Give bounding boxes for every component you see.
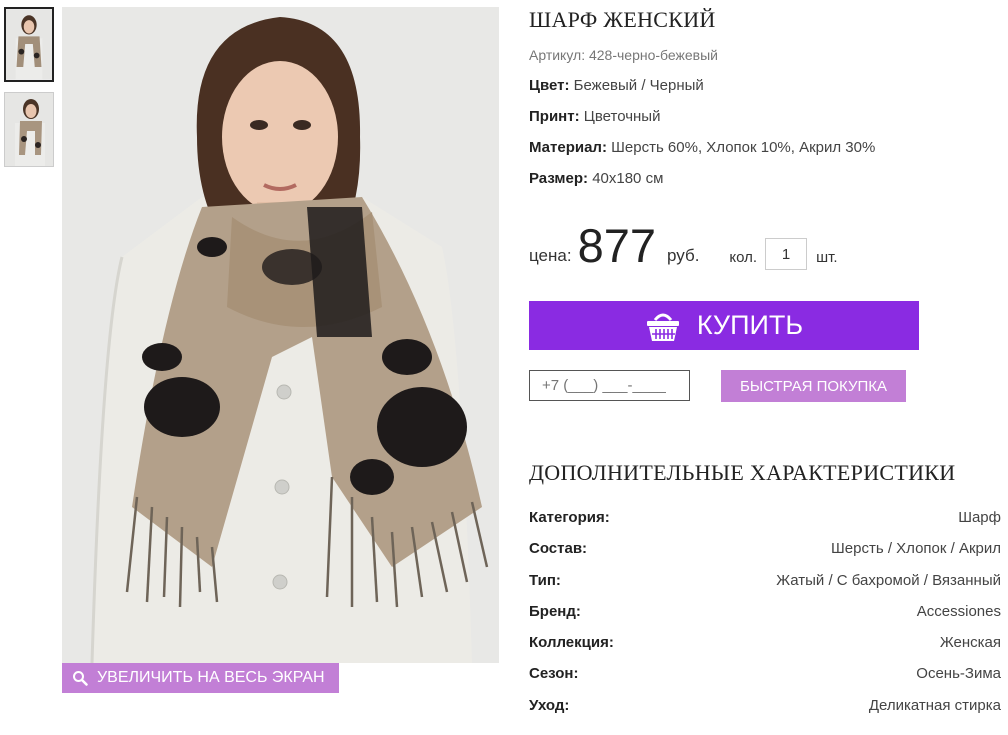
prop-material: Материал: Шерсть 60%, Хлопок 10%, Акрил … [529,139,1003,156]
prop-print: Принт: Цветочный [529,108,1003,125]
prop-label: Размер: [529,170,589,187]
buy-button[interactable]: КУПИТЬ [529,301,919,350]
prop-value: Бежевый / Черный [573,77,704,94]
buy-button-label: КУПИТЬ [696,310,804,340]
spec-value: Accessiones [916,602,1001,620]
thumbnail-2-image [5,93,53,166]
price-label: цена: [529,246,572,265]
spec-key: Категория: [529,509,610,526]
price-row: цена: 877 руб. кол. шт. [529,222,1003,270]
prop-label: Принт: [529,108,580,125]
prop-label: Материал: [529,139,607,156]
quick-buy-button[interactable]: БЫСТРАЯ ПОКУПКА [721,370,906,402]
main-product-photo[interactable] [62,7,499,663]
prop-value: 40x180 см [592,170,664,187]
spec-key: Состав: [529,540,588,558]
spec-value: Женская [939,634,1001,652]
thumbnail-gallery [4,7,56,177]
spec-row: Сезон: Осень-Зима [529,665,1001,696]
zoom-fullscreen-label: УВЕЛИЧИТЬ НА ВЕСЬ ЭКРАН [97,669,325,686]
spec-key: Тип: [529,571,561,589]
phone-input[interactable] [529,370,690,401]
search-icon [73,671,88,686]
spec-row: Бренд: Accessiones [529,603,1001,634]
spec-value: Шарф [958,509,1001,526]
basket-icon [646,313,679,341]
prop-size: Размер: 40x180 см [529,170,1003,187]
spec-value: Деликатная стирка [868,696,1001,714]
prop-value: Цветочный [583,108,661,125]
zoom-fullscreen-button[interactable]: УВЕЛИЧИТЬ НА ВЕСЬ ЭКРАН [62,663,339,693]
quantity-label: кол. [729,249,758,266]
specs-title: ДОПОЛНИТЕЛЬНЫЕ ХАРАКТЕРИСТИКИ [529,460,956,485]
spec-value: Шерсть / Хлопок / Акрил [831,540,1001,558]
thumbnail-1-image [6,9,52,80]
prop-color: Цвет: Бежевый / Черный [529,77,1003,94]
prop-value: Шерсть 60%, Хлопок 10%, Акрил 30% [611,139,876,156]
specs-list: Категория: Шарф Состав: Шерсть / Хлопок … [529,509,1001,728]
product-info: ШАРФ ЖЕНСКИЙ Артикул: 428-черно-бежевый … [529,0,1003,714]
spec-row: Уход: Деликатная стирка [529,697,1001,728]
thumbnail-2[interactable] [4,92,54,167]
product-photo-image [62,7,499,663]
spec-value: Жатый / С бахромой / Вязанный [776,571,1001,589]
quantity-input[interactable] [765,238,808,270]
spec-row: Коллекция: Женская [529,634,1001,665]
spec-key: Бренд: [529,602,581,620]
product-title: ШАРФ ЖЕНСКИЙ [529,7,716,32]
price-currency: руб. [667,246,700,265]
spec-value: Осень-Зима [916,665,1001,683]
thumbnail-1[interactable] [4,7,54,82]
prop-label: Цвет: [529,77,570,94]
spec-row: Категория: Шарф [529,509,1001,540]
product-sku: Артикул: 428-черно-бежевый [529,47,718,63]
spec-key: Уход: [529,696,570,714]
spec-row: Тип: Жатый / С бахромой / Вязанный [529,572,1001,603]
spec-key: Коллекция: [529,634,614,652]
spec-key: Сезон: [529,665,579,683]
price-value: 877 [577,219,656,272]
spec-row: Состав: Шерсть / Хлопок / Акрил [529,540,1001,571]
quantity-unit: шт. [816,249,838,266]
